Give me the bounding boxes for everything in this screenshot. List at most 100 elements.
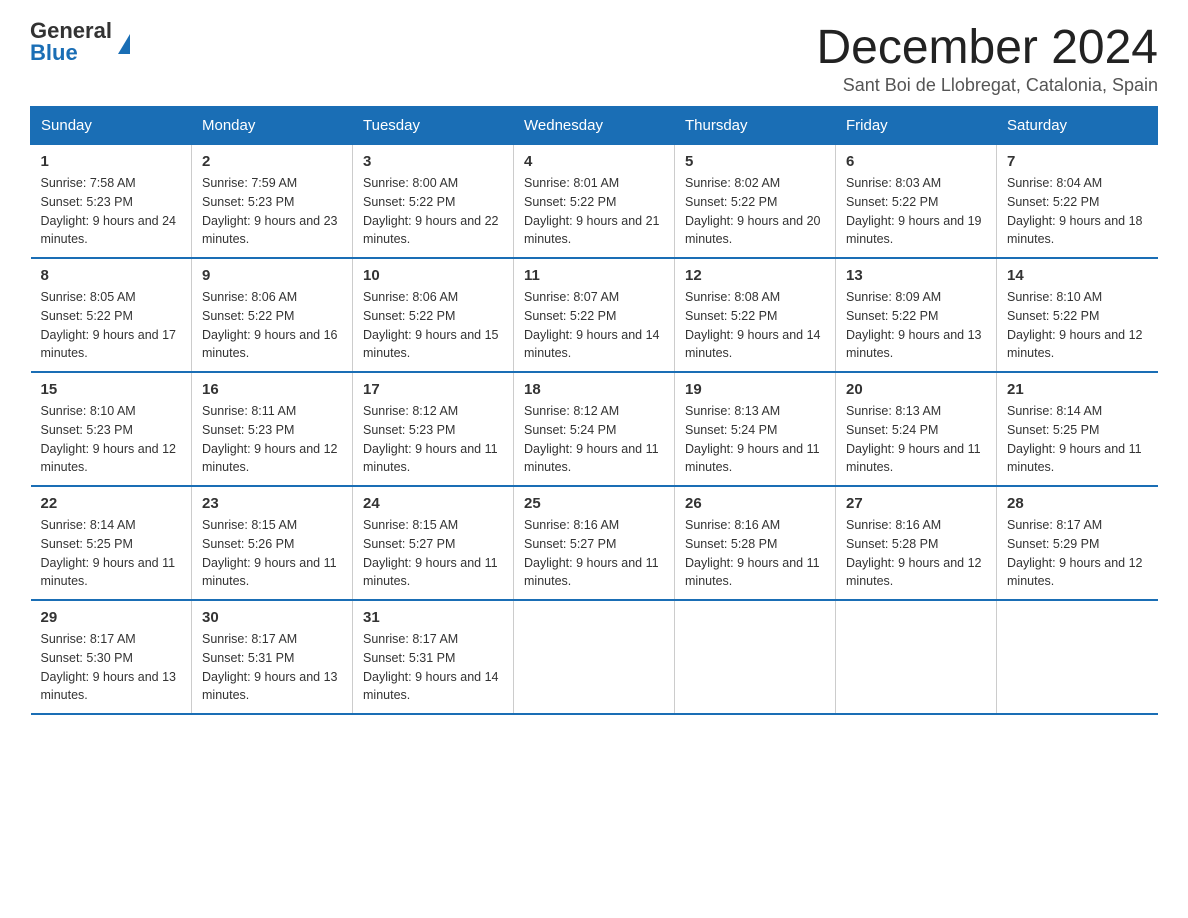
calendar-cell: 5 Sunrise: 8:02 AMSunset: 5:22 PMDayligh… xyxy=(675,145,836,259)
calendar-cell: 25 Sunrise: 8:16 AMSunset: 5:27 PMDaylig… xyxy=(514,486,675,600)
header-friday: Friday xyxy=(836,107,997,145)
title-block: December 2024 Sant Boi de Llobregat, Cat… xyxy=(816,20,1158,96)
day-info: Sunrise: 8:12 AMSunset: 5:24 PMDaylight:… xyxy=(524,402,664,477)
day-number: 19 xyxy=(685,381,825,398)
day-number: 1 xyxy=(41,153,182,170)
calendar-table: Sunday Monday Tuesday Wednesday Thursday… xyxy=(30,106,1158,715)
calendar-week-row: 8 Sunrise: 8:05 AMSunset: 5:22 PMDayligh… xyxy=(31,258,1158,372)
day-info: Sunrise: 8:00 AMSunset: 5:22 PMDaylight:… xyxy=(363,174,503,249)
day-number: 4 xyxy=(524,153,664,170)
calendar-cell: 15 Sunrise: 8:10 AMSunset: 5:23 PMDaylig… xyxy=(31,372,192,486)
logo-triangle-icon xyxy=(118,34,130,54)
day-number: 11 xyxy=(524,267,664,284)
day-info: Sunrise: 8:17 AMSunset: 5:29 PMDaylight:… xyxy=(1007,516,1148,591)
day-info: Sunrise: 7:59 AMSunset: 5:23 PMDaylight:… xyxy=(202,174,342,249)
day-info: Sunrise: 8:01 AMSunset: 5:22 PMDaylight:… xyxy=(524,174,664,249)
calendar-week-row: 15 Sunrise: 8:10 AMSunset: 5:23 PMDaylig… xyxy=(31,372,1158,486)
calendar-cell: 20 Sunrise: 8:13 AMSunset: 5:24 PMDaylig… xyxy=(836,372,997,486)
calendar-cell: 10 Sunrise: 8:06 AMSunset: 5:22 PMDaylig… xyxy=(353,258,514,372)
calendar-cell: 11 Sunrise: 8:07 AMSunset: 5:22 PMDaylig… xyxy=(514,258,675,372)
header-tuesday: Tuesday xyxy=(353,107,514,145)
calendar-cell: 13 Sunrise: 8:09 AMSunset: 5:22 PMDaylig… xyxy=(836,258,997,372)
day-number: 31 xyxy=(363,609,503,626)
day-number: 5 xyxy=(685,153,825,170)
day-info: Sunrise: 8:14 AMSunset: 5:25 PMDaylight:… xyxy=(1007,402,1148,477)
day-number: 9 xyxy=(202,267,342,284)
day-number: 29 xyxy=(41,609,182,626)
day-number: 26 xyxy=(685,495,825,512)
calendar-cell: 9 Sunrise: 8:06 AMSunset: 5:22 PMDayligh… xyxy=(192,258,353,372)
day-info: Sunrise: 8:13 AMSunset: 5:24 PMDaylight:… xyxy=(846,402,986,477)
calendar-title: December 2024 xyxy=(816,20,1158,75)
calendar-cell: 3 Sunrise: 8:00 AMSunset: 5:22 PMDayligh… xyxy=(353,145,514,259)
day-number: 2 xyxy=(202,153,342,170)
day-info: Sunrise: 8:03 AMSunset: 5:22 PMDaylight:… xyxy=(846,174,986,249)
day-number: 25 xyxy=(524,495,664,512)
day-info: Sunrise: 8:16 AMSunset: 5:28 PMDaylight:… xyxy=(846,516,986,591)
day-number: 12 xyxy=(685,267,825,284)
day-number: 6 xyxy=(846,153,986,170)
day-info: Sunrise: 8:17 AMSunset: 5:30 PMDaylight:… xyxy=(41,630,182,705)
day-number: 27 xyxy=(846,495,986,512)
day-info: Sunrise: 8:15 AMSunset: 5:26 PMDaylight:… xyxy=(202,516,342,591)
day-info: Sunrise: 8:06 AMSunset: 5:22 PMDaylight:… xyxy=(363,288,503,363)
day-number: 3 xyxy=(363,153,503,170)
page-header: General Blue December 2024 Sant Boi de L… xyxy=(30,20,1158,96)
day-info: Sunrise: 8:14 AMSunset: 5:25 PMDaylight:… xyxy=(41,516,182,591)
day-info: Sunrise: 8:07 AMSunset: 5:22 PMDaylight:… xyxy=(524,288,664,363)
calendar-week-row: 22 Sunrise: 8:14 AMSunset: 5:25 PMDaylig… xyxy=(31,486,1158,600)
day-number: 15 xyxy=(41,381,182,398)
day-number: 21 xyxy=(1007,381,1148,398)
calendar-cell: 30 Sunrise: 8:17 AMSunset: 5:31 PMDaylig… xyxy=(192,600,353,714)
calendar-cell: 27 Sunrise: 8:16 AMSunset: 5:28 PMDaylig… xyxy=(836,486,997,600)
header-monday: Monday xyxy=(192,107,353,145)
calendar-cell xyxy=(836,600,997,714)
day-info: Sunrise: 8:17 AMSunset: 5:31 PMDaylight:… xyxy=(202,630,342,705)
day-info: Sunrise: 8:08 AMSunset: 5:22 PMDaylight:… xyxy=(685,288,825,363)
day-info: Sunrise: 8:11 AMSunset: 5:23 PMDaylight:… xyxy=(202,402,342,477)
calendar-cell: 19 Sunrise: 8:13 AMSunset: 5:24 PMDaylig… xyxy=(675,372,836,486)
day-info: Sunrise: 8:16 AMSunset: 5:28 PMDaylight:… xyxy=(685,516,825,591)
calendar-cell: 22 Sunrise: 8:14 AMSunset: 5:25 PMDaylig… xyxy=(31,486,192,600)
calendar-cell: 2 Sunrise: 7:59 AMSunset: 5:23 PMDayligh… xyxy=(192,145,353,259)
day-number: 30 xyxy=(202,609,342,626)
calendar-cell: 12 Sunrise: 8:08 AMSunset: 5:22 PMDaylig… xyxy=(675,258,836,372)
calendar-cell: 8 Sunrise: 8:05 AMSunset: 5:22 PMDayligh… xyxy=(31,258,192,372)
day-number: 13 xyxy=(846,267,986,284)
calendar-location: Sant Boi de Llobregat, Catalonia, Spain xyxy=(816,75,1158,96)
day-number: 14 xyxy=(1007,267,1148,284)
calendar-cell: 1 Sunrise: 7:58 AMSunset: 5:23 PMDayligh… xyxy=(31,145,192,259)
day-info: Sunrise: 8:17 AMSunset: 5:31 PMDaylight:… xyxy=(363,630,503,705)
logo: General Blue xyxy=(30,20,130,64)
day-info: Sunrise: 8:09 AMSunset: 5:22 PMDaylight:… xyxy=(846,288,986,363)
calendar-cell xyxy=(997,600,1158,714)
day-number: 10 xyxy=(363,267,503,284)
day-number: 7 xyxy=(1007,153,1148,170)
calendar-cell xyxy=(514,600,675,714)
day-number: 24 xyxy=(363,495,503,512)
calendar-cell: 14 Sunrise: 8:10 AMSunset: 5:22 PMDaylig… xyxy=(997,258,1158,372)
day-number: 23 xyxy=(202,495,342,512)
header-thursday: Thursday xyxy=(675,107,836,145)
calendar-week-row: 29 Sunrise: 8:17 AMSunset: 5:30 PMDaylig… xyxy=(31,600,1158,714)
day-info: Sunrise: 8:04 AMSunset: 5:22 PMDaylight:… xyxy=(1007,174,1148,249)
calendar-cell: 28 Sunrise: 8:17 AMSunset: 5:29 PMDaylig… xyxy=(997,486,1158,600)
day-info: Sunrise: 8:10 AMSunset: 5:22 PMDaylight:… xyxy=(1007,288,1148,363)
header-sunday: Sunday xyxy=(31,107,192,145)
day-info: Sunrise: 8:06 AMSunset: 5:22 PMDaylight:… xyxy=(202,288,342,363)
day-number: 20 xyxy=(846,381,986,398)
logo-blue: Blue xyxy=(30,42,112,64)
calendar-cell: 29 Sunrise: 8:17 AMSunset: 5:30 PMDaylig… xyxy=(31,600,192,714)
day-number: 18 xyxy=(524,381,664,398)
calendar-header-row: Sunday Monday Tuesday Wednesday Thursday… xyxy=(31,107,1158,145)
logo-text: General Blue xyxy=(30,20,112,64)
calendar-cell: 6 Sunrise: 8:03 AMSunset: 5:22 PMDayligh… xyxy=(836,145,997,259)
calendar-cell xyxy=(675,600,836,714)
calendar-cell: 17 Sunrise: 8:12 AMSunset: 5:23 PMDaylig… xyxy=(353,372,514,486)
day-info: Sunrise: 8:05 AMSunset: 5:22 PMDaylight:… xyxy=(41,288,182,363)
calendar-week-row: 1 Sunrise: 7:58 AMSunset: 5:23 PMDayligh… xyxy=(31,145,1158,259)
calendar-cell: 21 Sunrise: 8:14 AMSunset: 5:25 PMDaylig… xyxy=(997,372,1158,486)
day-info: Sunrise: 8:12 AMSunset: 5:23 PMDaylight:… xyxy=(363,402,503,477)
day-number: 8 xyxy=(41,267,182,284)
day-number: 28 xyxy=(1007,495,1148,512)
